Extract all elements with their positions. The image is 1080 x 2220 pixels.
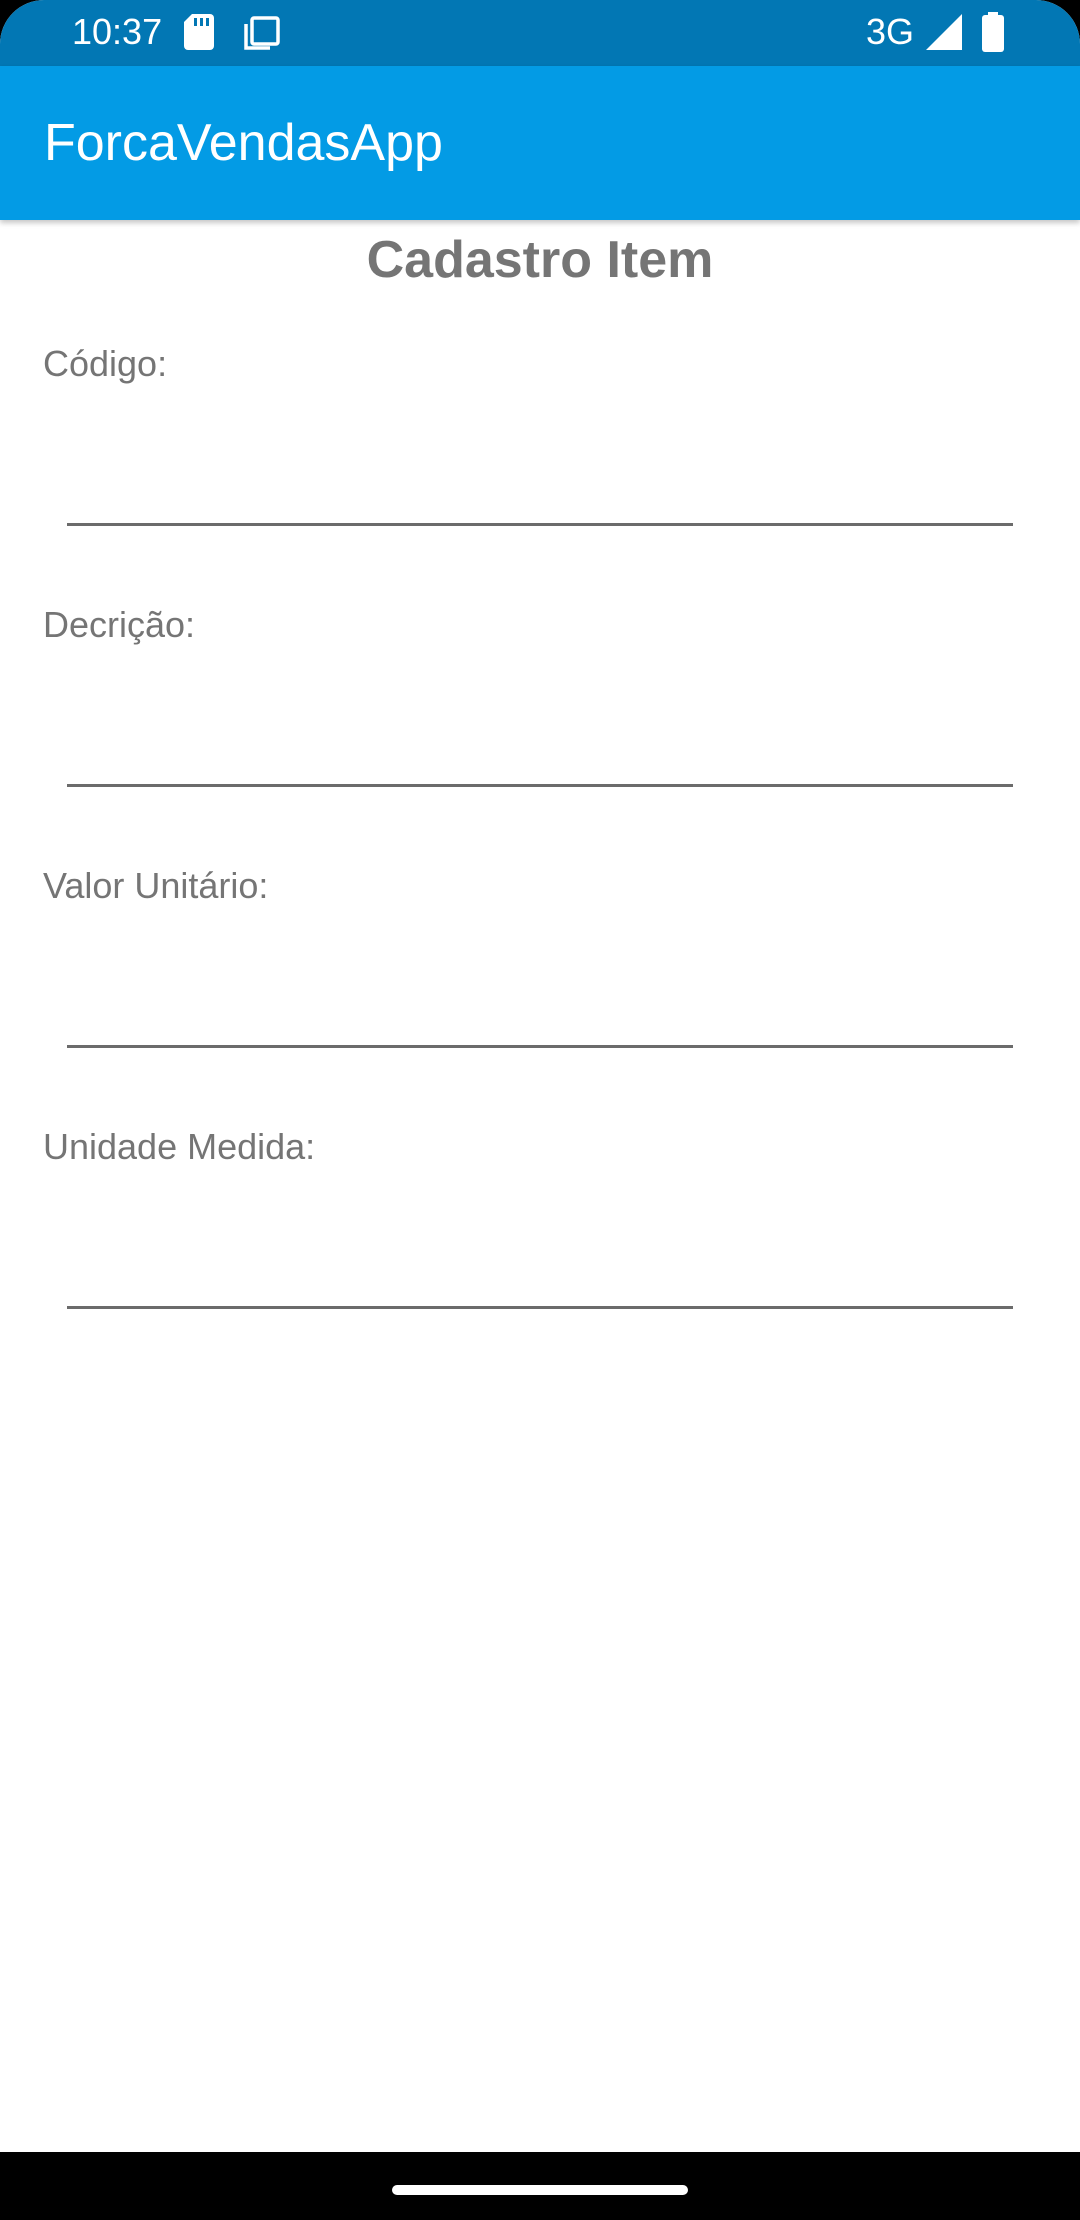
codigo-label: Código: [43,343,168,384]
status-time: 10:37 [72,11,163,52]
home-handle[interactable] [392,2185,688,2195]
app-title: ForcaVendasApp [44,114,443,172]
descricao-input[interactable] [67,715,1013,787]
unidade-medida-input[interactable] [67,1237,1013,1309]
status-bar: 10:37 3G [0,0,1080,66]
unidade-medida-label: Unidade Medida: [43,1126,316,1167]
battery-icon [982,12,1004,52]
page-title: Cadastro Item [366,231,714,289]
signal-icon [926,14,962,50]
item-form: Cadastro Item Código: Decrição: Valor Un… [0,220,1080,2152]
screen: 10:37 3G ForcaVendasApp Cadastro Item Có… [0,0,1080,2220]
navigation-bar [0,2152,1080,2220]
network-type: 3G [866,11,915,52]
codigo-input[interactable] [67,454,1013,526]
valor-unitario-input[interactable] [67,976,1013,1048]
sd-card-icon [184,14,214,50]
valor-unitario-label: Valor Unitário: [43,865,269,906]
app-bar: ForcaVendasApp [0,66,1080,220]
copy-icon [244,16,280,50]
descricao-label: Decrição: [43,604,196,645]
